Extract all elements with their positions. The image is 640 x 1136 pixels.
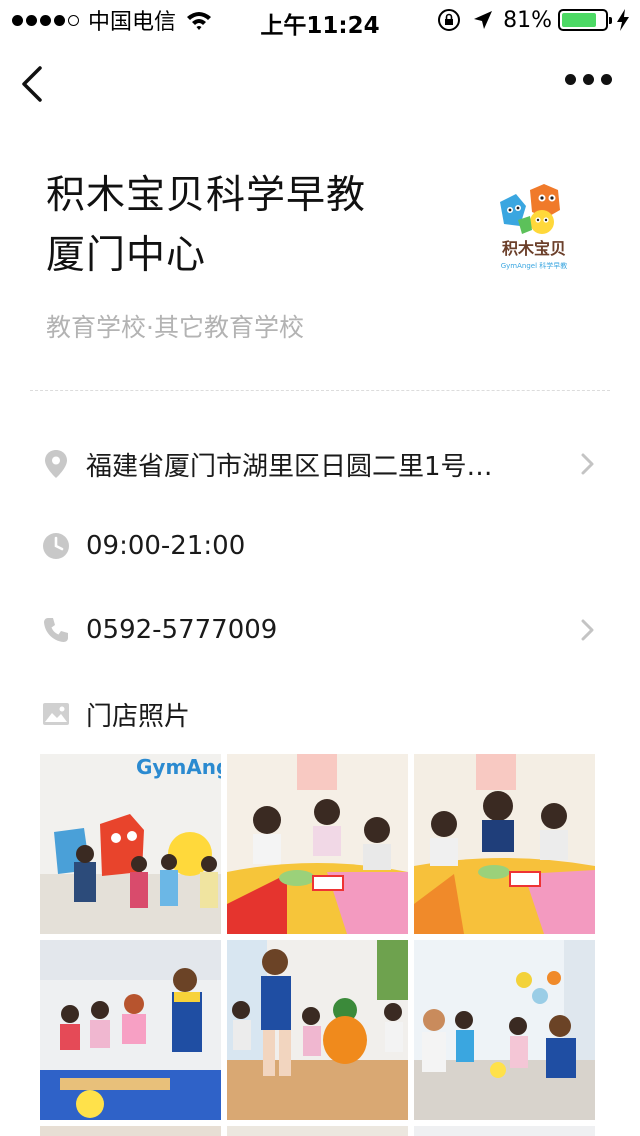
rotation-lock-icon [438, 9, 461, 31]
battery-percent: 81% [503, 7, 552, 33]
store-photo[interactable] [414, 754, 595, 934]
store-photo[interactable] [227, 940, 408, 1120]
photo-grid: GymAng [40, 754, 595, 1136]
store-photo[interactable] [227, 754, 408, 934]
logo-text: 积木宝贝 [502, 239, 566, 258]
photos-label: 门店照片 [86, 701, 191, 732]
title-line: 厦门中心 [46, 233, 207, 278]
hours-row: 09:00-21:00 [40, 516, 610, 576]
store-photo[interactable] [40, 940, 221, 1120]
clock-icon [40, 530, 72, 562]
phone-row[interactable]: 0592-5777009 [40, 600, 610, 660]
phone-text: 0592-5777009 [86, 615, 278, 645]
category-label: 教育学校·其它教育学校 [46, 313, 304, 342]
image-icon [40, 698, 72, 730]
more-dots-icon[interactable] [565, 74, 612, 85]
status-bar: 中国电信 上午11:24 81% [0, 0, 640, 40]
location-arrow-icon [474, 11, 493, 29]
chevron-left-icon[interactable] [18, 62, 48, 106]
charging-bolt-icon [617, 9, 629, 31]
hours-text: 09:00-21:00 [86, 531, 246, 561]
battery-icon [558, 9, 612, 31]
divider [30, 390, 610, 391]
store-photo[interactable] [414, 1126, 595, 1136]
phone-icon [40, 614, 72, 646]
location-pin-icon [40, 448, 72, 480]
logo-subtext: GymAngel 科学早教 [501, 261, 568, 270]
status-right: 81% [437, 7, 630, 33]
page-title: 积木宝贝科学早教 厦门中心 [46, 166, 446, 286]
store-photo[interactable] [40, 1126, 221, 1136]
store-photo[interactable] [414, 940, 595, 1120]
photo-brand-text: GymAng [136, 755, 221, 779]
photos-header-row: 门店照片 [40, 684, 610, 744]
battery-fill [562, 13, 597, 27]
brand-logo: 积木宝贝 GymAngel 科学早教 [500, 184, 568, 270]
chevron-right-icon [581, 619, 594, 641]
address-text: 福建省厦门市湖里区日圆二里1号… [86, 451, 493, 482]
store-photo[interactable] [227, 1126, 408, 1136]
title-line: 积木宝贝科学早教 [46, 173, 367, 218]
store-photo[interactable]: GymAng [40, 754, 221, 934]
address-row[interactable]: 福建省厦门市湖里区日圆二里1号… [40, 434, 610, 494]
chevron-right-icon [581, 453, 594, 475]
